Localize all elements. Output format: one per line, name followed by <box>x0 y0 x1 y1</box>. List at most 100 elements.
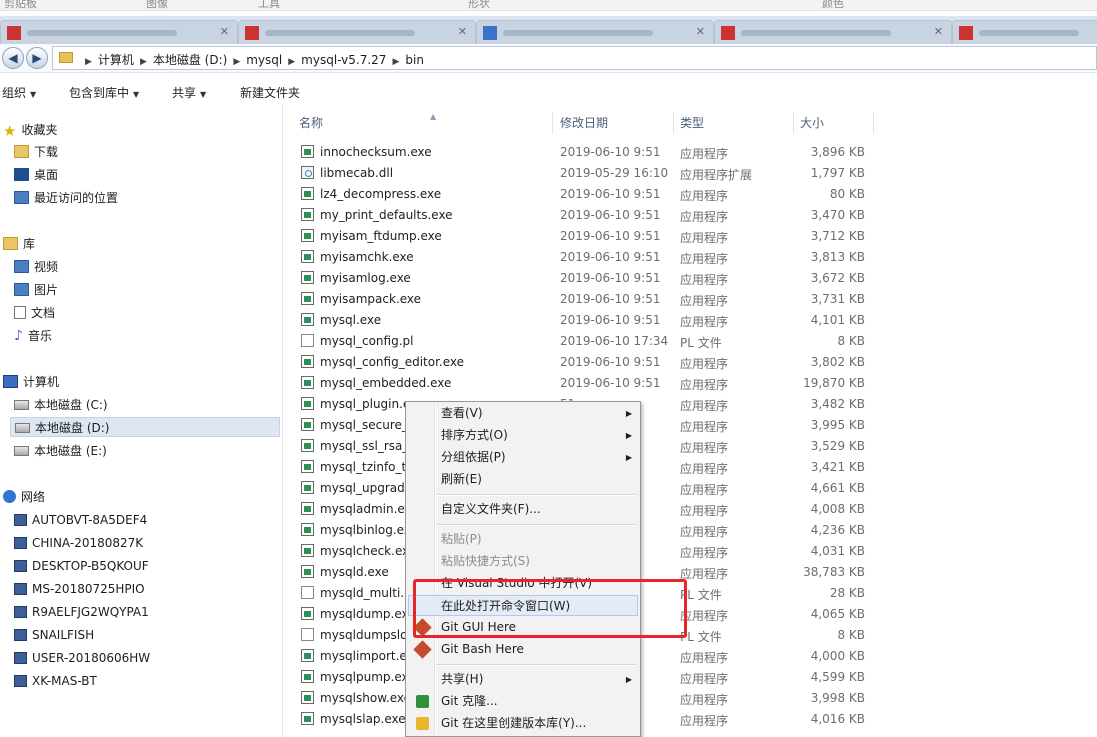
sidebar-item-drive-c[interactable]: 本地磁盘 (C:) <box>14 395 108 415</box>
share-button[interactable]: 共享 ▼ <box>172 84 206 101</box>
menu-separator <box>437 524 637 526</box>
exe-file-icon <box>301 271 314 284</box>
table-row[interactable]: myisam_ftdump.exe 2019-06-10 9:51 应用程序 3,71… <box>299 226 879 247</box>
menu-item-paste[interactable]: 粘贴(P) <box>408 529 638 550</box>
menu-item-paste-shortcut[interactable]: 粘贴快捷方式(S) <box>408 551 638 572</box>
table-row[interactable]: innochecksum.exe 2019-06-10 9:51 应用程序 3,896… <box>299 142 879 163</box>
file-size: 3,529 KB <box>810 439 865 453</box>
menu-item-sort[interactable]: 排序方式(O) ▶ <box>408 425 638 446</box>
column-header-date[interactable]: 修改日期 <box>554 112 674 134</box>
background-tab[interactable]: ✕ <box>238 20 476 44</box>
menu-separator <box>437 664 637 666</box>
organize-button[interactable]: 组织 ▼ <box>2 84 36 101</box>
menu-item-group[interactable]: 分组依据(P) ▶ <box>408 447 638 468</box>
sidebar-item-label: 计算机 <box>23 375 60 389</box>
sidebar-item-network-computer[interactable]: CHINA-20180827K <box>14 533 143 553</box>
back-button[interactable]: ◀ <box>2 47 24 69</box>
sidebar-item-videos[interactable]: 视频 <box>14 257 58 277</box>
menu-item-git-bash[interactable]: Git Bash Here <box>408 639 638 660</box>
git-clone-icon <box>416 695 429 708</box>
sidebar-item-network[interactable]: 网络 <box>3 487 45 507</box>
column-header-name[interactable]: 名称 ▲ <box>293 112 553 134</box>
table-row[interactable]: mysql.exe 2019-06-10 9:51 应用程序 4,101 KB <box>299 310 879 331</box>
sidebar-item-documents[interactable]: 文档 <box>14 303 55 323</box>
menu-item-refresh[interactable]: 刷新(E) <box>408 469 638 490</box>
sidebar-item-network-computer[interactable]: XK-MAS-BT <box>14 671 97 691</box>
music-note-icon: ♪ <box>14 327 23 344</box>
file-type: 应用程序 <box>680 609 729 623</box>
sidebar-item-libraries[interactable]: 库 <box>3 234 35 254</box>
background-tab[interactable] <box>952 20 1097 44</box>
include-in-library-button[interactable]: 包含到库中 ▼ <box>69 84 139 101</box>
sidebar-item-computer[interactable]: 计算机 <box>3 372 59 392</box>
breadcrumb-separator-icon[interactable]: ▶ <box>233 57 240 67</box>
table-row[interactable]: mysql_config.pl 2019-06-10 17:34 PL 文件 8 KB <box>299 331 879 352</box>
sidebar-item-desktop[interactable]: 桌面 <box>14 165 58 185</box>
breadcrumb-item-computer[interactable]: 计算机 <box>98 53 134 67</box>
breadcrumb-separator-icon[interactable]: ▶ <box>392 57 399 67</box>
breadcrumb-separator-icon[interactable]: ▶ <box>288 57 295 67</box>
table-row[interactable]: libmecab.dll 2019-05-29 16:10 应用程序扩展 1,797 … <box>299 163 879 184</box>
menu-item-open-visual-studio[interactable]: 在 Visual Studio 中打开(V) <box>408 573 638 594</box>
column-header-type[interactable]: 类型 <box>674 112 794 134</box>
sidebar-item-drive-e[interactable]: 本地磁盘 (E:) <box>14 441 107 461</box>
exe-file-icon <box>301 439 314 452</box>
breadcrumb-separator-icon[interactable]: ▶ <box>140 57 147 67</box>
sidebar-item-music[interactable]: ♪ 音乐 <box>14 326 52 346</box>
submenu-arrow-icon: ▶ <box>625 409 632 418</box>
breadcrumb-item-bin[interactable]: bin <box>405 53 424 67</box>
table-row[interactable]: myisampack.exe 2019-06-10 9:51 应用程序 3,731 K… <box>299 289 879 310</box>
sidebar-item-favorites[interactable]: ★ 收藏夹 <box>3 120 57 140</box>
close-icon[interactable]: ✕ <box>220 25 229 38</box>
close-icon[interactable]: ✕ <box>696 25 705 38</box>
table-row[interactable]: mysql_embedded.exe 2019-06-10 9:51 应用程序 19,… <box>299 373 879 394</box>
breadcrumb-item-mysql[interactable]: mysql <box>246 53 282 67</box>
menu-item-git-gui[interactable]: Git GUI Here <box>408 617 638 638</box>
file-size: 1,797 KB <box>810 166 865 180</box>
file-name: mysqladmin.exe <box>320 502 419 516</box>
sidebar-item-drive-d[interactable]: 本地磁盘 (D:) <box>10 417 280 437</box>
library-icon <box>3 237 18 250</box>
sidebar-item-label: 视频 <box>34 260 59 274</box>
table-row[interactable]: lz4_decompress.exe 2019-06-10 9:51 应用程序 80 … <box>299 184 879 205</box>
table-row[interactable]: myisamlog.exe 2019-06-10 9:51 应用程序 3,672 KB <box>299 268 879 289</box>
sidebar-item-network-computer[interactable]: R9AELFJG2WQYPA1 <box>14 602 149 622</box>
menu-item-git-clone[interactable]: Git 克隆... <box>408 691 638 712</box>
new-folder-button[interactable]: 新建文件夹 <box>240 84 300 101</box>
sidebar-item-network-computer[interactable]: AUTOBVT-8A5DEF4 <box>14 510 147 530</box>
menu-item-git-create-repo[interactable]: Git 在这里创建版本库(Y)... <box>408 713 638 734</box>
menu-item-open-command-window[interactable]: 在此处打开命令窗口(W) <box>408 595 638 616</box>
close-icon[interactable]: ✕ <box>458 25 467 38</box>
column-header-size[interactable]: 大小 <box>794 112 874 134</box>
file-date: 2019-06-10 9:51 <box>560 355 661 369</box>
table-row[interactable]: myisamchk.exe 2019-06-10 9:51 应用程序 3,813 KB <box>299 247 879 268</box>
file-date: 2019-06-10 9:51 <box>560 229 661 243</box>
menu-item-share[interactable]: 共享(H) ▶ <box>408 669 638 690</box>
background-tab[interactable]: ✕ <box>0 20 238 44</box>
sidebar-item-network-computer[interactable]: DESKTOP-B5QKOUF <box>14 556 149 576</box>
menu-item-customize-folder[interactable]: 自定义文件夹(F)... <box>408 499 638 520</box>
table-row[interactable]: my_print_defaults.exe 2019-06-10 9:51 应用程序… <box>299 205 879 226</box>
breadcrumb-item-mysql-version[interactable]: mysql-v5.7.27 <box>301 53 386 67</box>
exe-file-icon <box>301 313 314 326</box>
forward-button[interactable]: ▶ <box>26 47 48 69</box>
breadcrumb-separator-icon[interactable]: ▶ <box>85 57 92 67</box>
menu-item-view[interactable]: 查看(V) ▶ <box>408 403 638 424</box>
table-row[interactable]: mysql_config_editor.exe 2019-06-10 9:51 应用… <box>299 352 879 373</box>
navigation-pane: ★ 收藏夹 下载 桌面 最近访问的位置 库 视频 图片 文档 ♪ 音乐 计算机 本地… <box>0 104 283 737</box>
chevron-down-icon: ▼ <box>200 90 207 99</box>
background-tab[interactable]: ✕ <box>476 20 714 44</box>
sidebar-item-pictures[interactable]: 图片 <box>14 280 58 300</box>
file-size: 4,101 KB <box>810 313 865 327</box>
menu-item-label: Git Bash Here <box>441 642 524 656</box>
sidebar-item-downloads[interactable]: 下载 <box>14 142 58 162</box>
breadcrumb[interactable]: ▶ 计算机 ▶ 本地磁盘 (D:) ▶ mysql ▶ mysql-v5.7.27 ▶ bin <box>52 46 1097 70</box>
sidebar-item-network-computer[interactable]: MS-20180725HPIO <box>14 579 145 599</box>
ribbon-group-label: 剪贴板 <box>4 0 37 10</box>
sidebar-item-network-computer[interactable]: USER-20180606HW <box>14 648 150 668</box>
sidebar-item-network-computer[interactable]: SNAILFISH <box>14 625 94 645</box>
background-tab[interactable]: ✕ <box>714 20 952 44</box>
breadcrumb-item-drive-d[interactable]: 本地磁盘 (D:) <box>153 53 227 67</box>
sidebar-item-recent[interactable]: 最近访问的位置 <box>14 188 118 208</box>
close-icon[interactable]: ✕ <box>934 25 943 38</box>
